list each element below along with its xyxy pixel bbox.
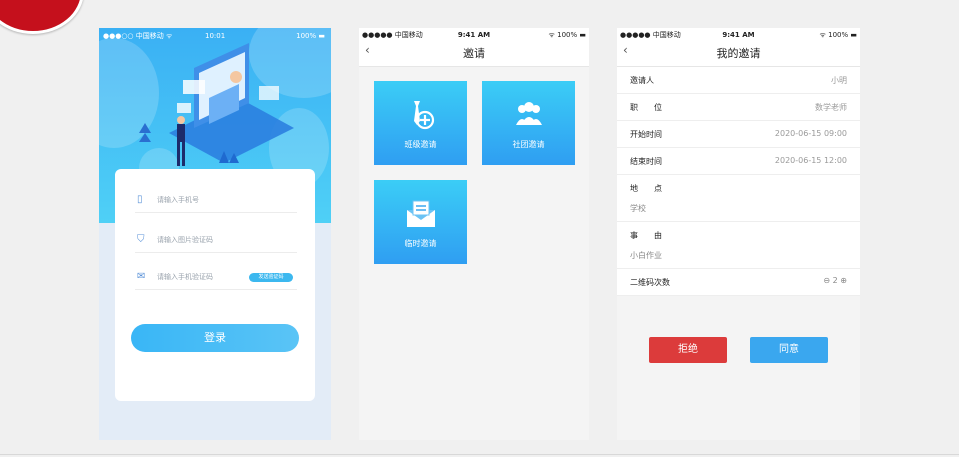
row-key: 职 位 xyxy=(630,103,662,112)
navbar: ●●●●● 中国移动 9:41 AM ᯤ 100% ▬ ‹ 我的邀请 xyxy=(617,28,860,67)
row-value: 2020-06-15 12:00 xyxy=(774,156,847,165)
row-start-time: 开始时间 2020-06-15 09:00 xyxy=(617,121,860,148)
row-value: 2020-06-15 09:00 xyxy=(774,129,847,138)
envelope-icon xyxy=(407,200,435,227)
detail-list: 邀请人 小明 职 位 数学老师 开始时间 2020-06-15 09:00 结束… xyxy=(617,67,860,296)
status-bar: ●●●○○ 中国移动 ᯤ 10:01 100% ▬ xyxy=(99,28,331,44)
sms-code-placeholder: 请输入手机验证码 xyxy=(157,273,213,281)
row-value: 小明 xyxy=(831,76,847,85)
status-bar: ●●●●● 中国移动 9:41 AM ᯤ 100% ▬ xyxy=(617,28,860,42)
row-key: 事 由 xyxy=(630,231,662,240)
page-title: 我的邀请 xyxy=(716,47,761,60)
row-value: 数学老师 xyxy=(815,103,847,112)
row-reason: 事 由 小白作业 xyxy=(617,222,860,269)
time-text: 10:01 xyxy=(205,32,226,40)
row-location: 地 点 学校 xyxy=(617,175,860,222)
page-title: 邀请 xyxy=(463,47,485,60)
tile-label: 社团邀请 xyxy=(512,140,545,149)
phone-icon: ▯ xyxy=(137,194,143,205)
count-value: 2 xyxy=(832,276,838,285)
row-inviter: 邀请人 小明 xyxy=(617,67,860,94)
row-end-time: 结束时间 2020-06-15 12:00 xyxy=(617,148,860,175)
row-sub-value: 小白作业 xyxy=(630,251,662,260)
sms-code-field[interactable]: ✉ 请输入手机验证码 发送验证码 xyxy=(135,267,297,290)
login-screen: ●●●○○ 中国移动 ᯤ 10:01 100% ▬ ▯ 请输入手机号 ⛉ 请输入… xyxy=(99,28,331,440)
tile-label: 临时邀请 xyxy=(404,239,437,248)
row-key: 开始时间 xyxy=(630,130,662,139)
mail-icon: ✉ xyxy=(137,271,146,282)
tile-temp-invite[interactable]: 临时邀请 xyxy=(374,180,467,264)
tile-class-invite[interactable]: 班级邀请 xyxy=(374,81,467,165)
tie-plus-icon xyxy=(414,101,435,130)
battery-text: 100% ▬ xyxy=(296,32,325,40)
group-icon xyxy=(516,102,542,125)
minus-icon[interactable]: ⊖ xyxy=(823,276,830,285)
row-key: 地 点 xyxy=(630,184,662,193)
battery-text: ᯤ 100% ▬ xyxy=(548,31,586,39)
image-code-placeholder: 请输入图片验证码 xyxy=(157,236,213,244)
invite-screen: ●●●●● 中国移动 9:41 AM ᯤ 100% ▬ ‹ 邀请 班级邀请 社团… xyxy=(359,28,589,440)
carrier-text: ●●●○○ 中国移动 ᯤ xyxy=(103,32,173,40)
status-bar: ●●●●● 中国移动 9:41 AM ᯤ 100% ▬ xyxy=(359,28,589,42)
tile-club-invite[interactable]: 社团邀请 xyxy=(482,81,575,165)
my-invite-screen: ●●●●● 中国移动 9:41 AM ᯤ 100% ▬ ‹ 我的邀请 邀请人 小… xyxy=(617,28,860,440)
shield-icon: ⛉ xyxy=(137,234,145,245)
reject-button[interactable]: 拒绝 xyxy=(649,337,727,363)
row-key: 二维码次数 xyxy=(630,278,670,287)
login-card: ▯ 请输入手机号 ⛉ 请输入图片验证码 ✉ 请输入手机验证码 发送验证码 登录 xyxy=(115,169,315,401)
row-sub-value: 学校 xyxy=(630,204,646,213)
tile-label: 班级邀请 xyxy=(404,140,437,149)
get-code-button[interactable]: 发送验证码 xyxy=(249,273,293,282)
row-qr-count: 二维码次数 ⊖ 2 ⊕ xyxy=(617,269,860,296)
navbar: ●●●●● 中国移动 9:41 AM ᯤ 100% ▬ ‹ 邀请 xyxy=(359,28,589,67)
row-position: 职 位 数学老师 xyxy=(617,94,860,121)
phone-placeholder: 请输入手机号 xyxy=(157,196,199,204)
plus-icon[interactable]: ⊕ xyxy=(840,276,847,285)
agree-button[interactable]: 同意 xyxy=(750,337,828,363)
qr-count-stepper: ⊖ 2 ⊕ xyxy=(823,276,847,285)
row-key: 邀请人 xyxy=(630,76,654,85)
phone-field[interactable]: ▯ 请输入手机号 xyxy=(135,190,297,213)
corner-decoration xyxy=(0,0,84,34)
row-key: 结束时间 xyxy=(630,157,662,166)
battery-text: ᯤ 100% ▬ xyxy=(819,31,857,39)
login-button[interactable]: 登录 xyxy=(131,324,299,352)
divider xyxy=(0,454,959,455)
image-code-field[interactable]: ⛉ 请输入图片验证码 xyxy=(135,230,297,253)
